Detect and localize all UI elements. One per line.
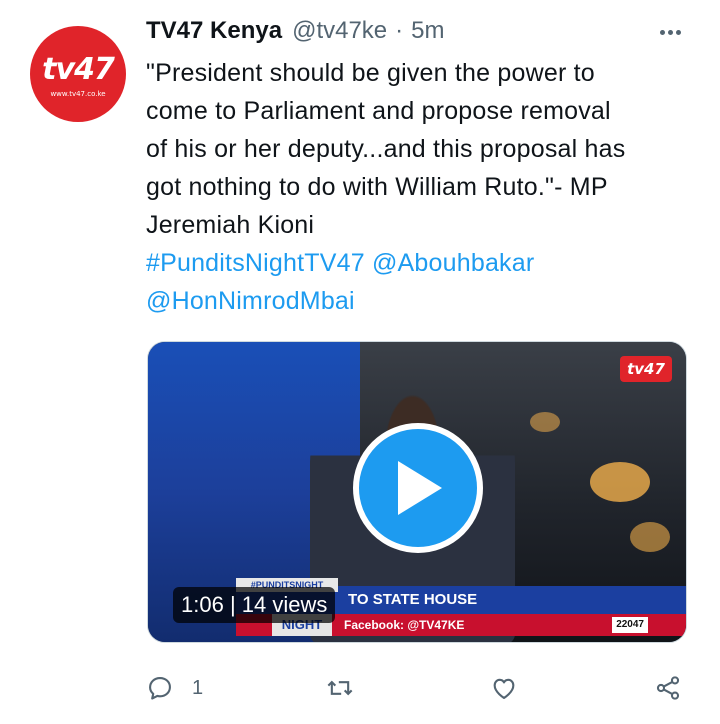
tweet-timestamp[interactable]: 5m — [411, 17, 444, 45]
author-handle[interactable]: @tv47ke — [292, 17, 387, 45]
channel-badge: tv47 — [620, 356, 672, 382]
follower-count: 22047 — [612, 617, 648, 633]
tweet-text-line: come to Parliament and propose removal — [146, 97, 611, 125]
video-views: 14 views — [241, 592, 328, 617]
share-icon — [656, 676, 680, 700]
tweet-text-line: "President should be given the power to — [146, 59, 595, 87]
tweet-actions: 1 — [146, 668, 706, 708]
like-button[interactable] — [490, 668, 536, 708]
like-icon — [493, 678, 515, 699]
avatar-logo-url: www.tv47.co.ke — [50, 90, 106, 98]
mention-link[interactable]: @Abouhbakar — [372, 249, 534, 277]
reply-count: 1 — [192, 676, 204, 699]
tweet-text-line: got nothing to do with William Ruto."- M… — [146, 173, 608, 201]
mention-link[interactable]: @HonNimrodMbai — [146, 287, 355, 315]
header-separator: · — [395, 17, 404, 44]
display-name[interactable]: TV47 Kenya — [146, 17, 282, 45]
lower-third-headline: TO STATE HOUSE — [348, 591, 478, 608]
tweet-header: TV47 Kenya @tv47ke · 5m — [146, 14, 445, 48]
reply-button[interactable]: 1 — [146, 668, 203, 708]
retweet-icon — [327, 680, 353, 696]
tweet-text-line: of his or her deputy...and this proposal… — [146, 135, 626, 163]
more-icon[interactable] — [652, 18, 688, 46]
facebook-handle: Facebook: @TV47KE — [344, 618, 465, 632]
video-duration: 1:06 — [181, 592, 224, 617]
retweet-button[interactable] — [326, 668, 372, 708]
tweet[interactable]: tv47 www.tv47.co.ke TV47 Kenya @tv47ke ·… — [0, 0, 720, 724]
avatar[interactable]: tv47 www.tv47.co.ke — [30, 26, 126, 122]
reply-icon — [149, 677, 171, 700]
tweet-text: "President should be given the power to … — [146, 54, 706, 320]
tweet-text-line: Jeremiah Kioni — [146, 211, 315, 239]
hashtag-link[interactable]: #PunditsNightTV47 — [146, 249, 365, 277]
video-player[interactable]: tv47 #PUNDITSNIGHT TO STATE HOUSE NIGHT … — [147, 341, 687, 643]
play-icon[interactable] — [353, 423, 483, 553]
video-meta: 1:06 | 14 views — [173, 587, 336, 623]
avatar-logo-text: tv47 — [42, 52, 115, 87]
share-button[interactable] — [654, 668, 682, 708]
